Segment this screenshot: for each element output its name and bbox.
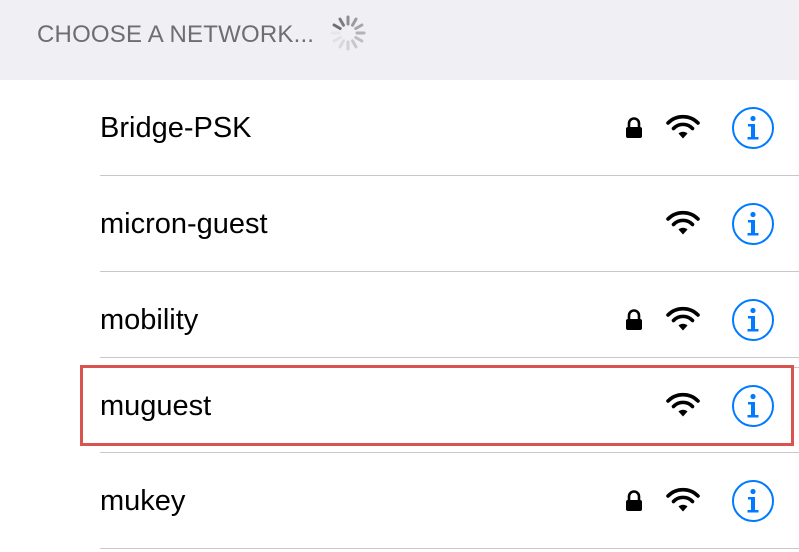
info-icon[interactable] xyxy=(731,298,775,342)
wifi-settings-screen: CHOOSE A NETWORK... Bridge-PSK micron-gu… xyxy=(0,0,799,552)
lock-icon xyxy=(626,117,642,138)
info-icon[interactable] xyxy=(731,202,775,246)
info-icon[interactable] xyxy=(731,106,775,150)
wifi-icon xyxy=(666,392,700,417)
row-separator xyxy=(100,452,799,453)
wifi-icon xyxy=(666,210,700,235)
section-title: CHOOSE A NETWORK... xyxy=(37,20,315,48)
network-row-muguest[interactable]: muguest xyxy=(0,358,799,454)
network-row-bridge-psk[interactable]: Bridge-PSK xyxy=(0,80,799,176)
network-name: micron-guest xyxy=(100,208,268,240)
loading-spinner-icon xyxy=(330,15,366,51)
wifi-icon xyxy=(666,114,700,139)
section-header: CHOOSE A NETWORK... xyxy=(0,0,799,80)
lock-icon xyxy=(626,490,642,511)
row-separator xyxy=(100,548,799,549)
lock-icon xyxy=(626,309,642,330)
network-row-micron-guest[interactable]: micron-guest xyxy=(0,176,799,272)
network-row-mukey[interactable]: mukey xyxy=(0,453,799,549)
info-icon[interactable] xyxy=(731,479,775,523)
network-name: mobility xyxy=(100,304,199,336)
info-icon[interactable] xyxy=(731,384,775,428)
wifi-icon xyxy=(666,487,700,512)
network-name: mukey xyxy=(100,485,186,517)
network-name: muguest xyxy=(100,390,212,422)
network-row-mobility[interactable]: mobility xyxy=(0,272,799,368)
row-separator xyxy=(100,357,799,358)
network-name: Bridge-PSK xyxy=(100,112,252,144)
wifi-icon xyxy=(666,306,700,331)
